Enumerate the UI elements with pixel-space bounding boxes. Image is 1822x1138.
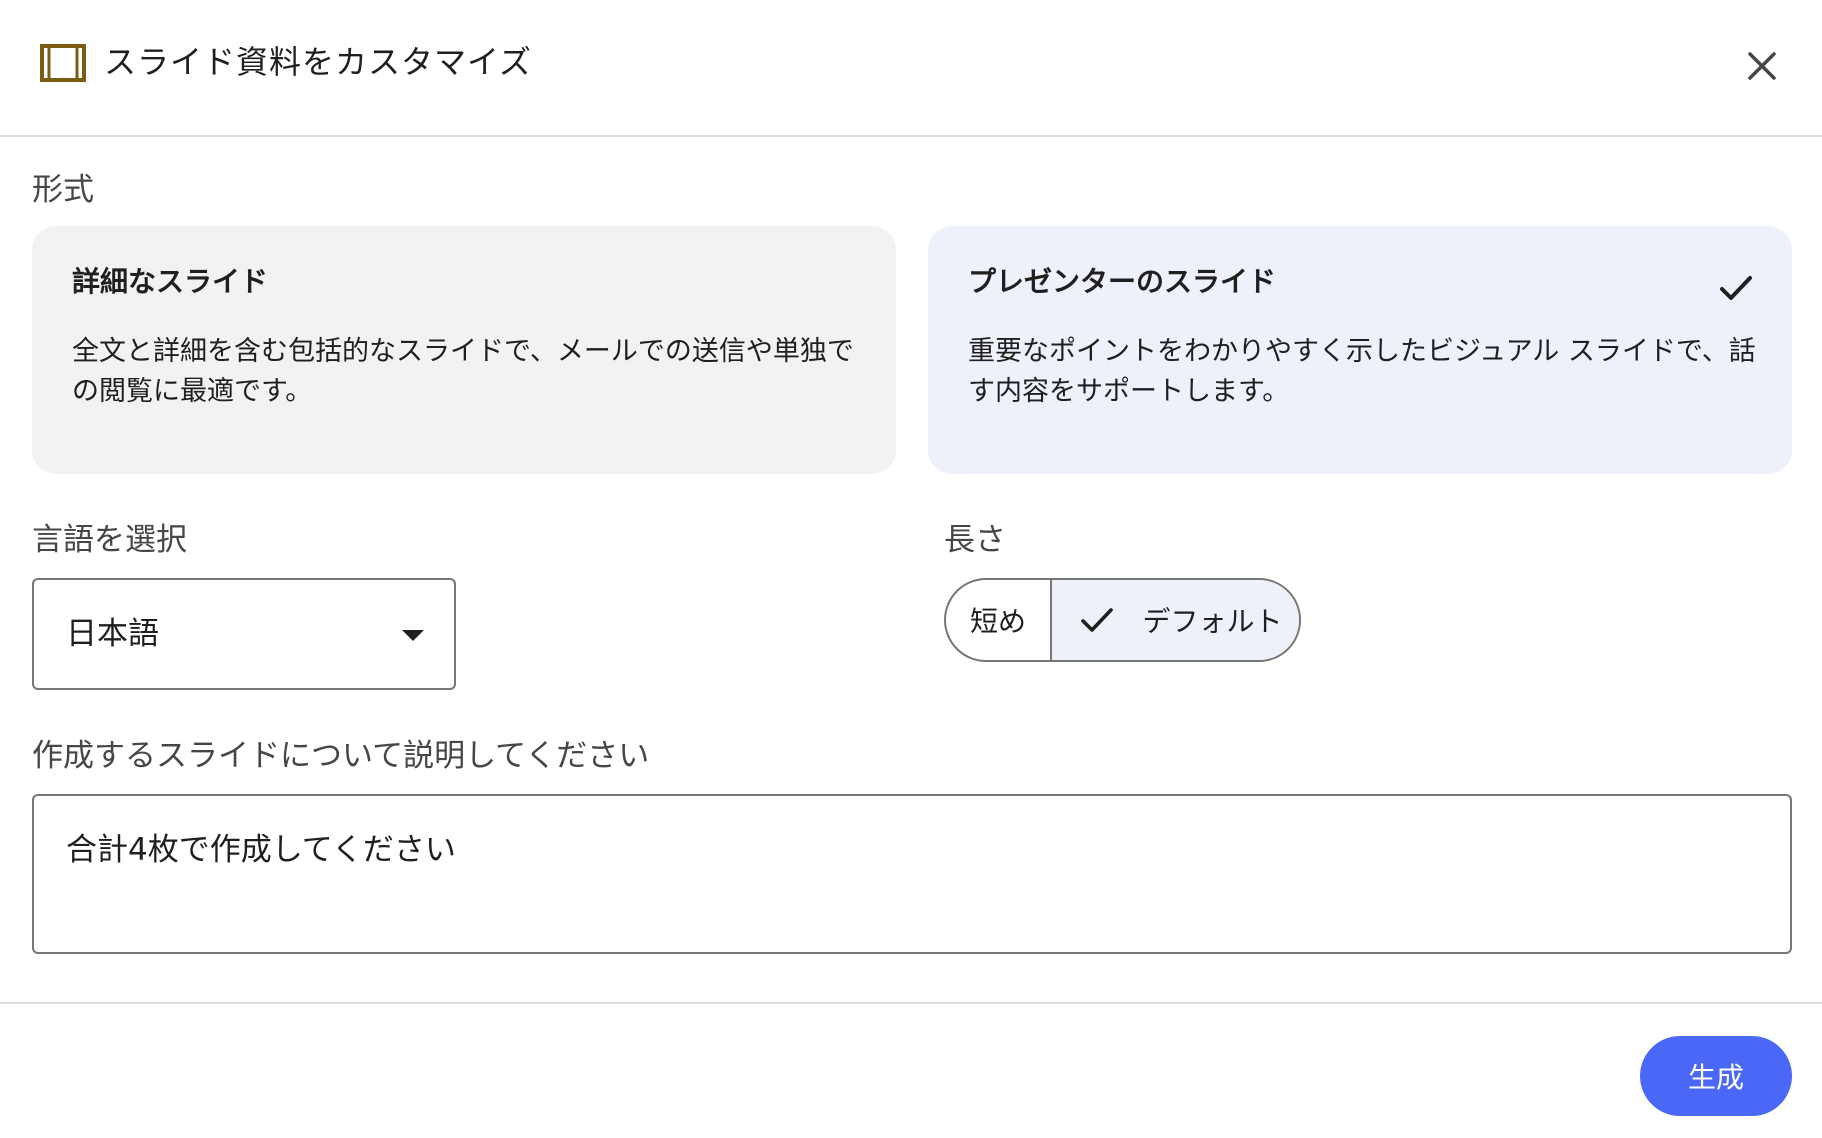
format-option-title: プレゼンターのスライド <box>968 265 1277 298</box>
length-option-label: デフォルト <box>1142 605 1283 638</box>
language-select[interactable]: 日本語 <box>32 578 456 690</box>
close-icon <box>1748 52 1776 80</box>
length-segmented-control: 短め デフォルト <box>944 578 1301 662</box>
format-option-presenter[interactable]: プレゼンターのスライド 重要なポイントをわかりやすく示したビジュアル スライドで… <box>928 226 1792 474</box>
generate-button[interactable]: 生成 <box>1640 1036 1792 1116</box>
dialog-header: スライド資料をカスタマイズ <box>0 0 1822 137</box>
check-icon <box>1720 276 1752 300</box>
language-label: 言語を選択 <box>32 522 187 558</box>
format-option-description: 重要なポイントをわかりやすく示したビジュアル スライドで、話す内容をサポートしま… <box>968 336 1756 407</box>
length-option-label: 短め <box>969 605 1026 638</box>
slides-icon <box>40 44 86 82</box>
prompt-textarea[interactable]: 合計4枚で作成してください <box>32 794 1792 954</box>
format-option-detailed[interactable]: 詳細なスライド 全文と詳細を含む包括的なスライドで、メールでの送信や単独での閲覧… <box>32 226 896 474</box>
prompt-value: 合計4枚で作成してください <box>66 832 456 868</box>
format-label: 形式 <box>32 172 94 208</box>
length-option-default[interactable]: デフォルト <box>1052 580 1299 660</box>
format-option-description: 全文と詳細を含む包括的なスライドで、メールでの送信や単独での閲覧に最適です。 <box>72 336 854 407</box>
format-option-title: 詳細なスライド <box>72 265 269 298</box>
check-icon <box>1081 608 1114 632</box>
length-option-short[interactable]: 短め <box>946 580 1052 660</box>
dropdown-arrow-icon <box>402 630 424 641</box>
length-label: 長さ <box>944 522 1006 558</box>
dialog-title: スライド資料をカスタマイズ <box>104 43 533 81</box>
language-selected-value: 日本語 <box>66 616 159 652</box>
close-button[interactable] <box>1736 40 1788 92</box>
prompt-label: 作成するスライドについて説明してください <box>32 738 650 774</box>
customize-slides-dialog: スライド資料をカスタマイズ 形式 詳細なスライド 全文と詳細を含む包括的なスライ… <box>0 0 1822 1138</box>
footer-divider <box>0 1002 1822 1004</box>
